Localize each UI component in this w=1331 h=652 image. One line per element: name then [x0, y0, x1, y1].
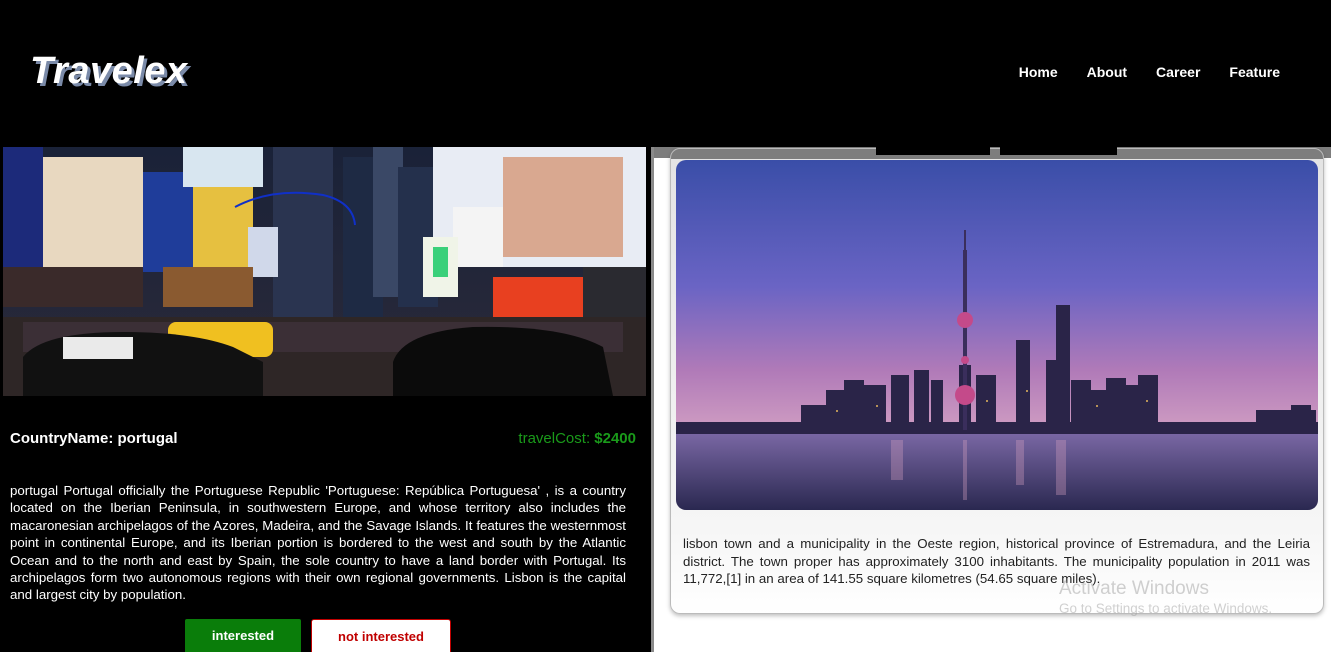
- travel-cost-label: travelCost:: [518, 430, 595, 447]
- main-nav: Home About Career Feature: [1019, 64, 1280, 80]
- country-name: CountryName: portugal: [10, 430, 178, 447]
- top-tab-left: [876, 147, 990, 155]
- nav-feature-link[interactable]: Feature: [1229, 64, 1280, 80]
- country-description: portugal Portugal officially the Portugu…: [10, 483, 626, 603]
- skyline-photo: [676, 160, 1318, 510]
- top-tab-right: [1000, 147, 1117, 155]
- activate-windows-subtitle: Go to Settings to activate Windows.: [1059, 601, 1273, 616]
- activate-windows-title: Activate Windows: [1059, 578, 1209, 599]
- nav-home-link[interactable]: Home: [1019, 64, 1058, 80]
- card-description: lisbon town and a municipality in the Oe…: [683, 536, 1310, 586]
- destination-panel: CountryName: portugal travelCost: $2400 …: [0, 147, 651, 652]
- nav-career-link[interactable]: Career: [1156, 64, 1200, 80]
- not-interested-button[interactable]: not interested: [311, 619, 451, 652]
- site-header: Travelex Home About Career Feature: [0, 0, 1331, 147]
- travel-cost-value: $2400: [594, 430, 636, 447]
- site-logo[interactable]: Travelex: [30, 50, 188, 93]
- interested-button[interactable]: interested: [185, 619, 301, 652]
- travel-cost: travelCost: $2400: [518, 430, 636, 447]
- city-night-photo: [3, 147, 646, 396]
- nav-about-link[interactable]: About: [1087, 64, 1127, 80]
- panel-divider: [651, 147, 654, 652]
